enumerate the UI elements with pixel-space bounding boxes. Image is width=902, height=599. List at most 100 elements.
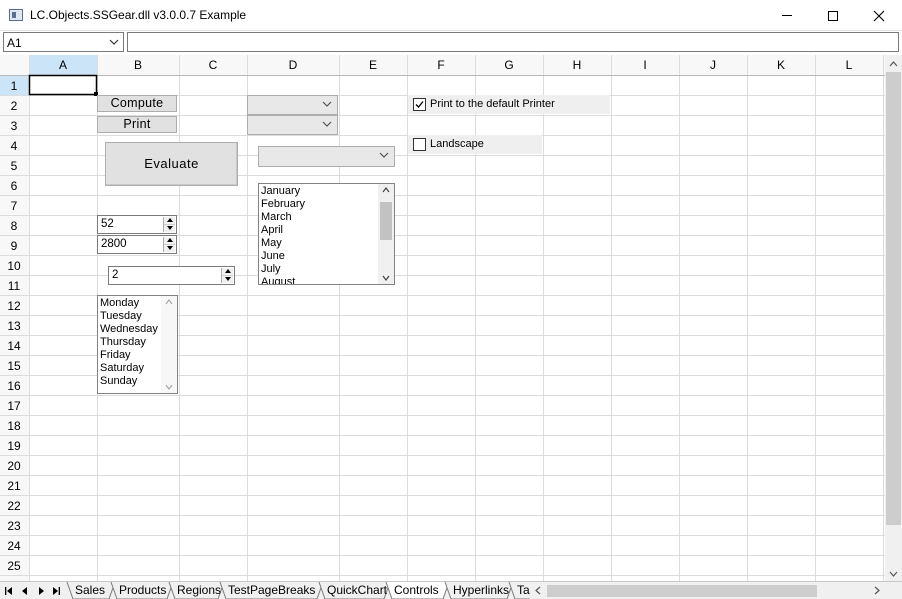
row-header-7[interactable]: 7 [0, 199, 28, 213]
combo-box-1[interactable] [247, 95, 338, 115]
arrow-down-icon[interactable] [889, 569, 898, 578]
list-item[interactable]: Friday [100, 349, 161, 362]
first-sheet-button[interactable] [3, 585, 15, 597]
row-header-5[interactable]: 5 [0, 159, 28, 173]
vertical-scroll-thumb[interactable] [886, 72, 901, 525]
name-box[interactable]: A1 [3, 32, 124, 52]
row-header-23[interactable]: 23 [0, 519, 28, 533]
row-header-21[interactable]: 21 [0, 479, 28, 493]
row-header-15[interactable]: 15 [0, 359, 28, 373]
sheet-tab-hyperlinks[interactable]: Hyperlinks [453, 583, 509, 597]
sheet-tab-controls[interactable]: Controls [394, 583, 439, 597]
months-scroll-thumb[interactable] [380, 202, 392, 240]
column-header-c[interactable]: C [179, 58, 247, 72]
row-header-8[interactable]: 8 [0, 219, 28, 233]
column-header-l[interactable]: L [815, 58, 883, 72]
maximize-button[interactable] [810, 0, 856, 31]
row-header-6[interactable]: 6 [0, 179, 28, 193]
row-header-12[interactable]: 12 [0, 299, 28, 313]
print-button[interactable]: Print [97, 116, 177, 133]
list-item[interactable]: May [261, 237, 378, 250]
spin-up-button[interactable] [164, 237, 175, 245]
chevron-down-icon[interactable] [109, 37, 119, 47]
list-item[interactable]: Thursday [100, 336, 161, 349]
column-header-d[interactable]: D [247, 58, 339, 72]
spin-box-1[interactable]: 52 [97, 215, 177, 234]
evaluate-button[interactable]: Evaluate [105, 142, 238, 186]
spin-down-button[interactable] [222, 275, 233, 283]
arrow-up-icon[interactable] [165, 299, 173, 305]
column-header-j[interactable]: J [679, 58, 747, 72]
days-scrollbar[interactable] [161, 296, 177, 393]
list-item[interactable]: January [261, 185, 378, 198]
spreadsheet-grid[interactable]: A B C D E F G H I J K L 1 2 3 4 5 6 7 8 9 10 11 12 13 14 15 16 17 18 1… [0, 55, 885, 581]
row-header-11[interactable]: 11 [0, 279, 28, 293]
sheet-tab-sales[interactable]: Sales [75, 583, 105, 597]
row-header-24[interactable]: 24 [0, 539, 28, 553]
next-sheet-button[interactable] [35, 585, 47, 597]
compute-button[interactable]: Compute [97, 95, 177, 112]
list-item[interactable]: June [261, 250, 378, 263]
spin-down-button[interactable] [164, 244, 175, 252]
column-header-k[interactable]: K [747, 58, 815, 72]
list-item[interactable]: March [261, 211, 378, 224]
close-button[interactable] [856, 0, 902, 31]
row-header-16[interactable]: 16 [0, 379, 28, 393]
landscape-checkbox[interactable]: Landscape [408, 135, 542, 154]
list-item[interactable]: April [261, 224, 378, 237]
spin-up-button[interactable] [222, 268, 233, 276]
row-header-19[interactable]: 19 [0, 439, 28, 453]
column-header-b[interactable]: B [97, 58, 179, 72]
arrow-left-icon[interactable] [534, 586, 543, 595]
row-header-9[interactable]: 9 [0, 239, 28, 253]
prev-sheet-button[interactable] [19, 585, 31, 597]
sheet-tab-regions[interactable]: Regions [177, 583, 221, 597]
spin-box-3[interactable]: 2 [108, 266, 235, 285]
list-item[interactable]: February [261, 198, 378, 211]
row-header-25[interactable]: 25 [0, 559, 28, 573]
row-header-2[interactable]: 2 [0, 99, 28, 113]
column-header-i[interactable]: I [611, 58, 679, 72]
spin-box-2[interactable]: 2800 [97, 235, 177, 254]
arrow-down-icon[interactable] [165, 384, 173, 390]
list-item[interactable]: Saturday [100, 362, 161, 375]
horizontal-scrollbar[interactable] [530, 582, 885, 599]
column-header-f[interactable]: F [407, 58, 475, 72]
row-header-22[interactable]: 22 [0, 499, 28, 513]
row-header-14[interactable]: 14 [0, 339, 28, 353]
sheet-tab-targ[interactable]: Targ [517, 583, 530, 597]
days-listbox[interactable]: Monday Tuesday Wednesday Thursday Friday Satu… [97, 295, 178, 394]
list-item[interactable]: August [261, 276, 378, 284]
months-scrollbar[interactable] [378, 184, 394, 284]
horizontal-scroll-thumb[interactable] [547, 585, 817, 597]
list-item[interactable]: Sunday [100, 375, 161, 388]
spin-down-button[interactable] [164, 224, 175, 232]
list-item[interactable]: July [261, 263, 378, 276]
list-item[interactable]: Wednesday [100, 323, 161, 336]
arrow-down-icon[interactable] [382, 275, 390, 281]
list-item[interactable]: Tuesday [100, 310, 161, 323]
row-header-1[interactable]: 1 [0, 79, 28, 93]
row-header-10[interactable]: 10 [0, 259, 28, 273]
column-header-a[interactable]: A [29, 58, 97, 72]
selected-cell[interactable] [28, 74, 98, 96]
vertical-scrollbar[interactable] [885, 55, 902, 581]
arrow-up-icon[interactable] [889, 60, 898, 69]
checkbox-box[interactable] [413, 138, 426, 151]
list-item[interactable]: Monday [100, 297, 161, 310]
row-header-3[interactable]: 3 [0, 119, 28, 133]
row-header-18[interactable]: 18 [0, 419, 28, 433]
sheet-tab-testpagebreaks[interactable]: TestPageBreaks [228, 583, 315, 597]
months-listbox[interactable]: January February March April May June July Aug… [258, 183, 395, 285]
spin-up-button[interactable] [164, 217, 175, 225]
column-header-g[interactable]: G [475, 58, 543, 72]
minimize-button[interactable] [764, 0, 810, 31]
row-header-20[interactable]: 20 [0, 459, 28, 473]
last-sheet-button[interactable] [50, 585, 62, 597]
column-header-e[interactable]: E [339, 58, 407, 72]
combo-box-2[interactable] [247, 115, 338, 135]
sheet-tab-products[interactable]: Products [119, 583, 166, 597]
print-default-checkbox[interactable]: Print to the default Printer [408, 95, 610, 114]
combo-box-3[interactable] [258, 146, 395, 167]
row-header-17[interactable]: 17 [0, 399, 28, 413]
